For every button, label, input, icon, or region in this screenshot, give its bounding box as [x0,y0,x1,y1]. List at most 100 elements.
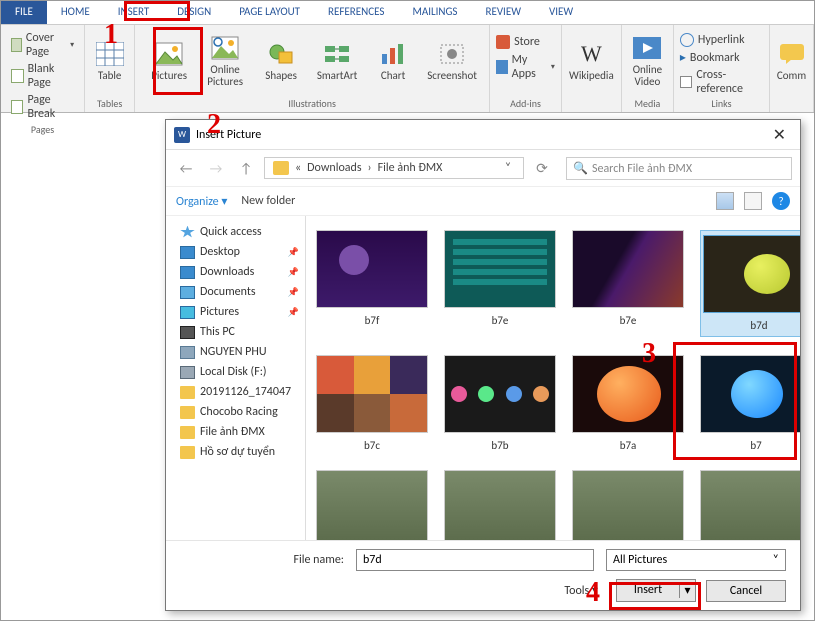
breadcrumb-downloads[interactable]: Downloads [307,161,361,175]
file-thumbnail [703,235,800,313]
view-large-icons-button[interactable] [716,192,734,210]
new-folder-button[interactable]: New folder [241,194,295,208]
hyperlink-label: Hyperlink [698,33,745,47]
cross-ref-label: Cross-reference [696,68,763,96]
file-item[interactable]: b7b [444,355,556,452]
back-button[interactable]: ← [174,156,198,180]
chevron-down-icon[interactable]: ˅ [501,161,515,175]
tab-design[interactable]: DESIGN [163,1,225,24]
file-thumbnail [572,355,684,433]
page-break-button[interactable]: Page Break [11,93,74,121]
dialog-titlebar: W Insert Picture ✕ [166,120,800,150]
apps-icon [496,60,508,74]
file-thumbnail [700,470,800,540]
tab-mailings[interactable]: MAILINGS [398,1,471,24]
search-input[interactable]: 🔍Search File ảnh ĐMX [566,157,792,180]
file-name-label: b7f [365,314,380,327]
cross-reference-button[interactable]: Cross-reference [680,68,763,96]
file-name-label: b7 [750,439,761,452]
tree-local-disk-label: Local Disk (F:) [200,365,267,379]
file-item[interactable]: b7 [700,355,800,452]
help-button[interactable]: ? [772,192,790,210]
file-item[interactable]: b7c [316,355,428,452]
file-thumbnail [572,230,684,308]
bookmark-icon: ▸ [680,50,686,65]
tree-folder-1[interactable]: 20191126_174047 [166,382,305,402]
close-icon[interactable]: ✕ [767,123,792,147]
smartart-button[interactable]: SmartArt [309,29,365,93]
tree-folder-3[interactable]: File ảnh ĐMX [166,422,305,442]
folder-tree: Quick access Desktop Downloads Documents… [166,216,306,540]
tree-f3-label: File ảnh ĐMX [200,425,265,439]
dialog-toolbar: Organize ▾ New folder ? [166,186,800,216]
file-item[interactable] [316,470,428,540]
comment-label: Comm [777,70,806,82]
tree-downloads[interactable]: Downloads [166,262,305,282]
file-item-selected[interactable]: b7d [700,230,800,337]
tree-f4-label: Hồ sơ dự tuyển [200,445,275,459]
file-item[interactable]: b7e [572,230,684,337]
cover-page-button[interactable]: Cover Page▾ [11,31,74,59]
chart-button[interactable]: Chart [365,29,421,93]
comment-button[interactable]: Comm [764,29,815,93]
callout-3: 3 [642,338,656,370]
breadcrumb-sep: « [295,161,301,175]
shapes-button[interactable]: Shapes [253,29,309,93]
tab-home[interactable]: HOME [47,1,104,24]
hyperlink-button[interactable]: Hyperlink [680,33,763,47]
online-video-button[interactable]: Online Video [619,29,675,93]
forward-button[interactable]: → [204,156,228,180]
screenshot-label: Screenshot [427,70,477,82]
my-apps-label: My Apps [512,53,547,81]
tree-desktop[interactable]: Desktop [166,242,305,262]
tree-folder-4[interactable]: Hồ sơ dự tuyển [166,442,305,462]
tab-review[interactable]: REVIEW [471,1,535,24]
pictures-button[interactable]: Pictures [141,29,197,93]
group-tables-label: Tables [97,97,122,110]
tree-this-pc[interactable]: This PC [166,322,305,342]
file-name-input[interactable] [356,549,594,571]
up-button[interactable]: ↑ [234,156,258,180]
file-name-label: b7e [620,314,637,327]
file-item[interactable]: b7f [316,230,428,337]
file-item[interactable] [700,470,800,540]
blank-page-button[interactable]: Blank Page [11,62,74,90]
bookmark-button[interactable]: ▸ Bookmark [680,50,763,65]
file-item[interactable]: b7e [444,230,556,337]
tree-documents[interactable]: Documents [166,282,305,302]
tab-file[interactable]: FILE [1,1,47,24]
file-item[interactable] [444,470,556,540]
tab-page-layout[interactable]: PAGE LAYOUT [225,1,314,24]
organize-menu[interactable]: Organize ▾ [176,194,227,209]
tree-usb-drive[interactable]: NGUYEN PHU [166,342,305,362]
file-name-label: b7e [492,314,509,327]
file-thumbnail [444,355,556,433]
insert-button[interactable]: Insert▾ [616,579,696,602]
store-button[interactable]: Store [496,35,555,49]
tree-folder-2[interactable]: Chocobo Racing [166,402,305,422]
tree-pictures-label: Pictures [200,305,239,319]
callout-2: 2 [207,109,221,141]
tab-references[interactable]: REFERENCES [314,1,398,24]
tree-quick-access[interactable]: Quick access [166,222,305,242]
file-item[interactable] [572,470,684,540]
tree-pictures[interactable]: Pictures [166,302,305,322]
screenshot-button[interactable]: Screenshot [421,29,483,93]
tree-f1-label: 20191126_174047 [200,385,291,399]
wikipedia-button[interactable]: W Wikipedia [563,29,619,93]
file-item[interactable]: b7a [572,355,684,452]
cancel-button[interactable]: Cancel [706,580,786,602]
tab-view[interactable]: VIEW [535,1,587,24]
refresh-button[interactable]: ⟳ [530,156,554,180]
bookmark-label: Bookmark [690,51,740,65]
online-pictures-button[interactable]: Online Pictures [197,29,253,93]
tree-this-pc-label: This PC [200,325,235,339]
breadcrumb-folder[interactable]: File ảnh ĐMX [378,161,443,175]
breadcrumb[interactable]: « Downloads › File ảnh ĐMX ˅ [264,157,524,179]
insert-dropdown[interactable]: ▾ [679,583,695,598]
file-type-filter[interactable]: All Pictures˅ [606,549,786,571]
smartart-label: SmartArt [317,70,358,82]
tree-local-disk[interactable]: Local Disk (F:) [166,362,305,382]
view-details-button[interactable] [744,192,762,210]
my-apps-button[interactable]: My Apps▾ [496,53,555,81]
